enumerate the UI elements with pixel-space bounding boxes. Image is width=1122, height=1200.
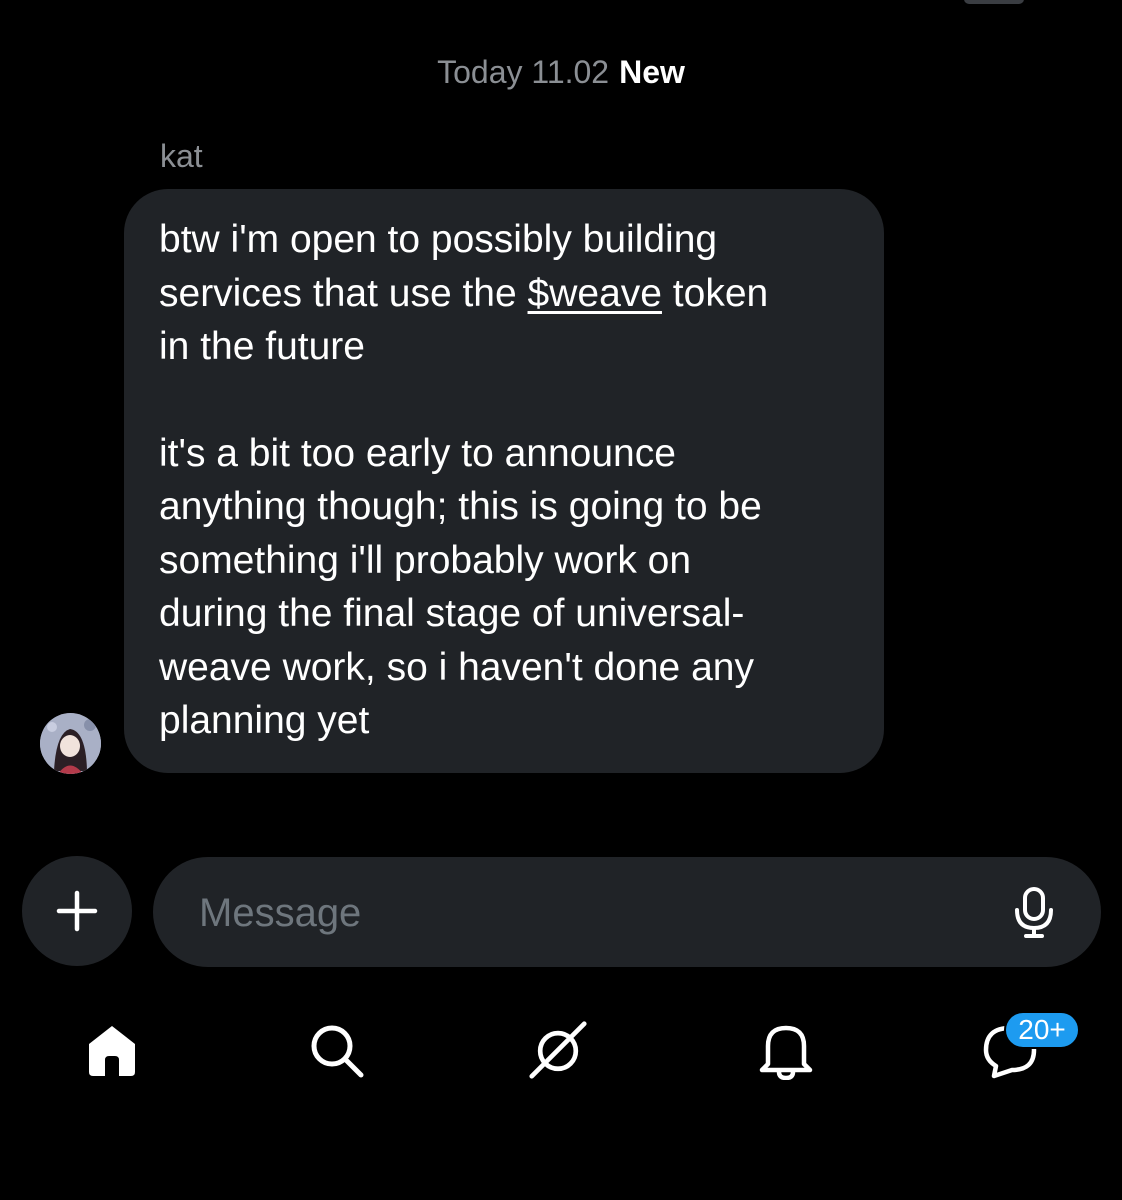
message-input[interactable] — [197, 857, 981, 969]
message-paragraph-2: it's a bit too early to announce anythin… — [159, 431, 762, 743]
bell-icon — [759, 1025, 813, 1080]
nav-notifications[interactable] — [756, 1020, 816, 1080]
message-paragraph: btw i'm open to possibly building servic… — [159, 213, 854, 374]
date-label: Today 11.02 — [437, 54, 610, 90]
plus-icon — [56, 890, 98, 932]
avatar[interactable] — [40, 713, 101, 774]
nav-home[interactable] — [82, 1020, 142, 1080]
sender-name: kat — [160, 138, 203, 174]
home-icon — [89, 1026, 135, 1076]
cashtag-link[interactable]: $weave — [528, 272, 662, 315]
message-bubble[interactable]: btw i'm open to possibly building servic… — [124, 189, 884, 773]
dm-conversation-screen: Today 11.02 New kat btw i'm open to possi… — [0, 0, 1122, 1200]
new-label: New — [619, 54, 685, 90]
grok-icon — [529, 1021, 587, 1079]
microphone-icon — [1015, 887, 1053, 938]
message-composer — [153, 857, 1101, 969]
avatar-image — [40, 713, 101, 774]
status-indicator — [964, 0, 1024, 4]
nav-search[interactable] — [306, 1020, 366, 1080]
voice-message-button[interactable] — [1007, 885, 1061, 939]
messages-unread-badge: 20+ — [1004, 1011, 1080, 1049]
add-attachment-button[interactable] — [22, 856, 132, 966]
nav-grok[interactable] — [528, 1020, 588, 1080]
search-icon — [311, 1025, 364, 1078]
date-separator: Today 11.02 New — [0, 50, 1122, 94]
